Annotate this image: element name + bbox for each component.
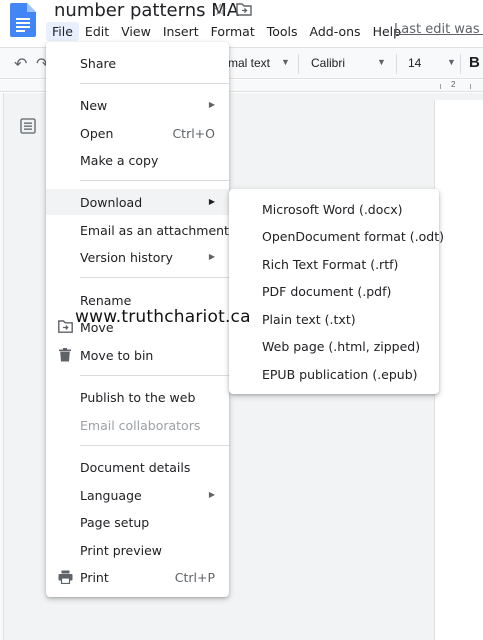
menu-addons[interactable]: Add-ons	[304, 22, 367, 41]
ruler-tick	[470, 84, 471, 89]
chevron-down-icon[interactable]: ▼	[281, 57, 290, 67]
menu-item-new[interactable]: New ▶	[46, 92, 229, 118]
document-title[interactable]: number patterns MA	[54, 0, 239, 21]
menu-item-label: Language	[80, 488, 142, 503]
menu-item-shortcut: Ctrl+P	[174, 570, 215, 585]
menu-divider	[80, 277, 229, 278]
menu-item-email-attachment[interactable]: Email as an attachment	[46, 217, 229, 243]
download-html[interactable]: Web page (.html, zipped)	[229, 333, 439, 359]
menu-item-print-preview[interactable]: Print preview	[46, 537, 229, 563]
menu-item-label: Print preview	[80, 543, 163, 558]
menu-item-label: Make a copy	[80, 153, 159, 168]
chevron-down-icon[interactable]: ▼	[447, 57, 456, 67]
menu-view[interactable]: View	[115, 22, 157, 41]
ruler-number: 2	[451, 80, 456, 89]
download-submenu: Microsoft Word (.docx) OpenDocument form…	[229, 189, 444, 394]
menu-item-print[interactable]: Print Ctrl+P	[46, 564, 229, 590]
menu-item-label: Rename	[80, 293, 132, 308]
move-folder-icon	[58, 320, 73, 336]
docs-logo-icon[interactable]	[10, 3, 36, 37]
menu-item-move-to-bin[interactable]: Move to bin	[46, 342, 229, 368]
menu-item-share[interactable]: Share	[46, 50, 229, 76]
menu-item-make-copy[interactable]: Make a copy	[46, 147, 229, 173]
menu-edit[interactable]: Edit	[79, 22, 115, 41]
toolbar-divider	[396, 54, 397, 74]
menu-file[interactable]: File	[46, 21, 79, 41]
menu-item-email-collaborators: Email collaborators	[46, 412, 229, 438]
download-pdf[interactable]: PDF document (.pdf)	[229, 278, 439, 304]
star-icon[interactable]: ☆	[213, 0, 227, 20]
menu-item-label: Publish to the web	[80, 390, 196, 405]
vertical-ruler[interactable]	[0, 93, 4, 640]
submenu-item-label: PDF document (.pdf)	[262, 284, 392, 299]
document-outline-icon[interactable]	[20, 118, 36, 139]
menu-item-page-setup[interactable]: Page setup	[46, 509, 229, 535]
submenu-item-label: OpenDocument format (.odt)	[262, 229, 445, 244]
submenu-arrow-icon: ▶	[208, 490, 215, 499]
ruler-tick	[440, 84, 441, 89]
download-epub[interactable]: EPUB publication (.epub)	[229, 361, 439, 387]
menu-item-document-details[interactable]: Document details	[46, 454, 229, 480]
menu-item-open[interactable]: Open Ctrl+O	[46, 120, 229, 146]
document-page[interactable]	[434, 100, 483, 640]
submenu-item-label: EPUB publication (.epub)	[262, 367, 418, 382]
submenu-arrow-icon: ▶	[208, 100, 215, 109]
toolbar-divider	[460, 54, 461, 74]
menu-item-label: Version history	[80, 250, 173, 265]
download-docx[interactable]: Microsoft Word (.docx)	[229, 196, 439, 222]
bold-button[interactable]: B	[469, 54, 480, 71]
menu-item-language[interactable]: Language ▶	[46, 482, 229, 508]
download-rtf[interactable]: Rich Text Format (.rtf)	[229, 251, 439, 277]
menu-item-label: Move to bin	[80, 348, 154, 363]
menu-item-label: Document details	[80, 460, 191, 475]
menu-item-download[interactable]: Download ▶	[46, 189, 229, 215]
menu-item-version-history[interactable]: Version history ▶	[46, 244, 229, 270]
menu-item-publish-web[interactable]: Publish to the web	[46, 384, 229, 410]
font-size-select[interactable]: 14	[408, 56, 421, 70]
toolbar-divider	[298, 54, 299, 74]
menu-divider	[80, 445, 229, 446]
watermark-text: www.truthchariot.ca	[75, 307, 251, 327]
chevron-down-icon[interactable]: ▼	[377, 57, 386, 67]
menu-item-label: New	[80, 98, 108, 113]
menu-item-label: Email as an attachment	[80, 223, 229, 238]
menu-item-label: Share	[80, 56, 117, 71]
menu-divider	[80, 83, 229, 84]
trash-icon	[58, 348, 72, 365]
menu-divider	[80, 375, 229, 376]
menu-item-label: Email collaborators	[80, 418, 201, 433]
menu-item-shortcut: Ctrl+O	[172, 126, 215, 141]
menu-tools[interactable]: Tools	[261, 22, 304, 41]
submenu-item-label: Web page (.html, zipped)	[262, 339, 421, 354]
undo-icon[interactable]: ↶	[14, 54, 27, 74]
last-edit-link[interactable]: Last edit was 30	[394, 22, 483, 37]
submenu-item-label: Plain text (.txt)	[262, 312, 356, 327]
submenu-item-label: Microsoft Word (.docx)	[262, 202, 403, 217]
submenu-item-label: Rich Text Format (.rtf)	[262, 257, 399, 272]
menu-format[interactable]: Format	[205, 22, 261, 41]
font-family-select[interactable]: Calibri	[311, 56, 345, 70]
menu-item-label: Download	[80, 195, 143, 210]
menu-divider	[80, 180, 229, 181]
menu-bar: File Edit View Insert Format Tools Add-o…	[46, 20, 407, 42]
move-to-folder-icon[interactable]	[236, 2, 252, 21]
print-icon	[58, 570, 73, 587]
paragraph-style-select[interactable]: mal text	[228, 56, 270, 70]
submenu-arrow-icon: ▶	[208, 252, 215, 261]
menu-insert[interactable]: Insert	[157, 22, 205, 41]
download-txt[interactable]: Plain text (.txt)	[229, 306, 439, 332]
download-odt[interactable]: OpenDocument format (.odt)	[229, 223, 444, 249]
menu-item-label: Page setup	[80, 515, 150, 530]
menu-item-label: Open	[80, 126, 114, 141]
submenu-arrow-icon: ▶	[208, 197, 215, 206]
menu-item-label: Print	[80, 570, 109, 585]
